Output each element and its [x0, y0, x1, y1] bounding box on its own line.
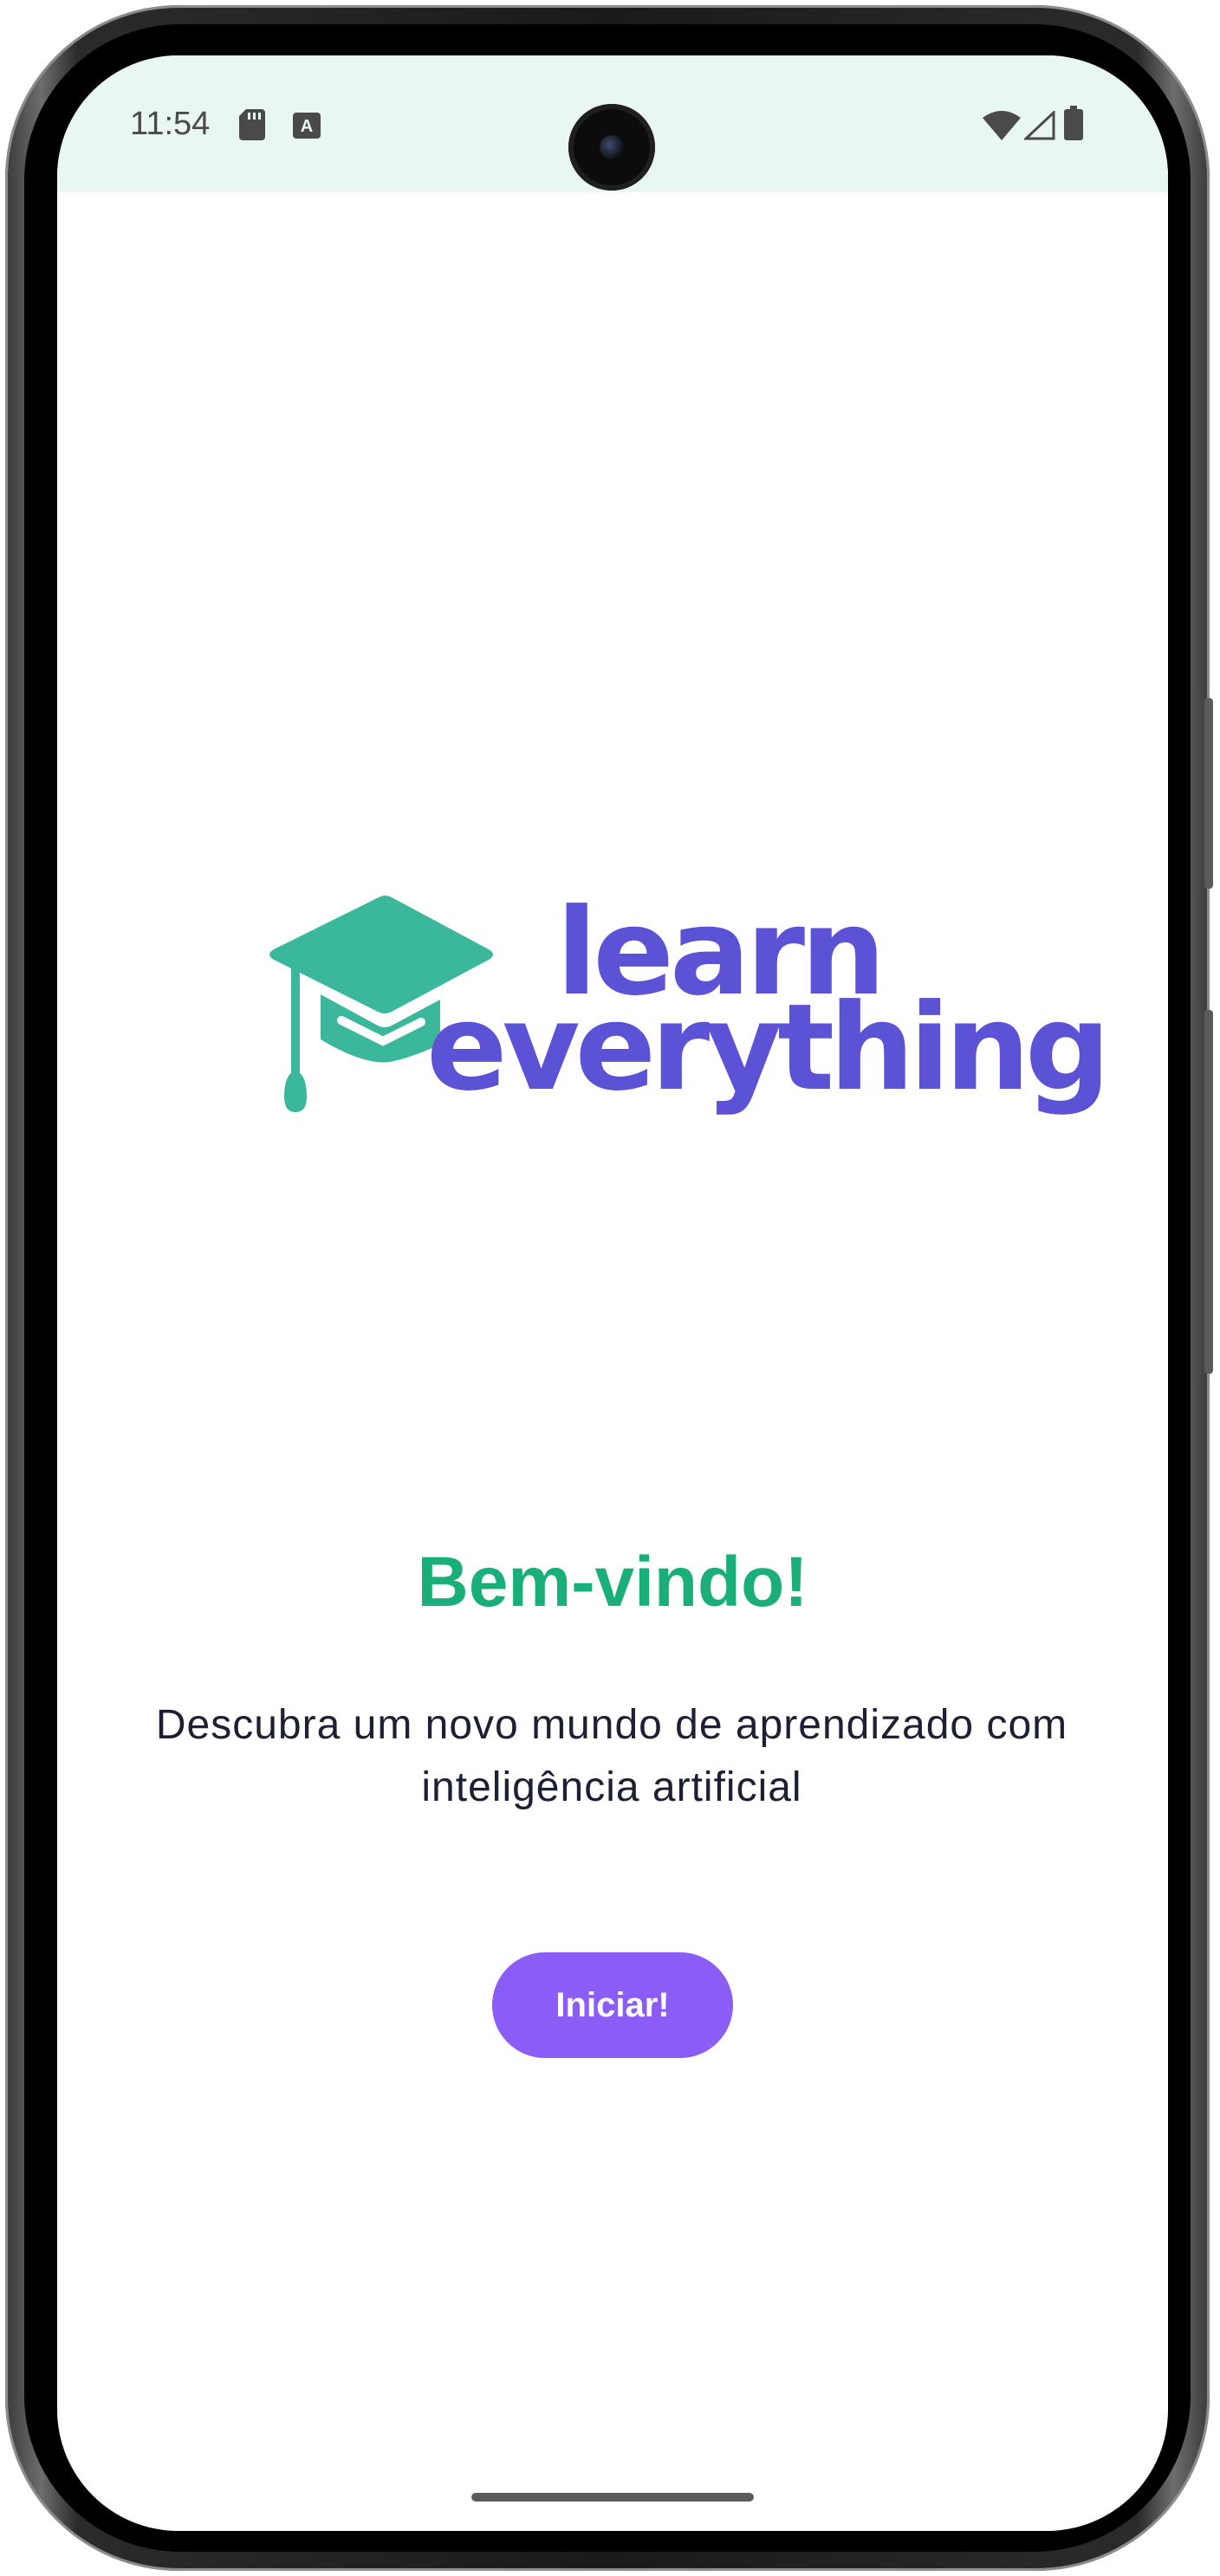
keyboard-a-icon: A: [293, 113, 321, 139]
phone-frame: 11:54 A learn everything Bem-vindo! Desc…: [5, 5, 1213, 2571]
wifi-icon: [983, 111, 1021, 140]
battery-icon: [1064, 106, 1083, 140]
status-time: 11:54: [130, 106, 211, 142]
app-screen: 11:54 A learn everything Bem-vindo! Desc…: [57, 55, 1168, 2531]
power-button: [1204, 1010, 1213, 1374]
sd-card-icon: [239, 109, 265, 140]
svg-text:A: A: [301, 117, 313, 136]
logo-word-everything: everything: [426, 978, 1111, 1117]
welcome-subtitle: Descubra um novo mundo de aprendizado co…: [155, 1702, 1068, 1810]
volume-button: [1204, 698, 1213, 889]
front-camera: [568, 104, 655, 191]
app-logo: learn everything: [262, 892, 1111, 1204]
home-indicator[interactable]: [471, 2493, 754, 2502]
signal-icon: [1024, 111, 1055, 140]
start-button[interactable]: Iniciar!: [492, 1952, 733, 2058]
welcome-title: Bem-vindo!: [417, 1543, 808, 1621]
status-bar: 11:54 A: [57, 55, 1168, 192]
